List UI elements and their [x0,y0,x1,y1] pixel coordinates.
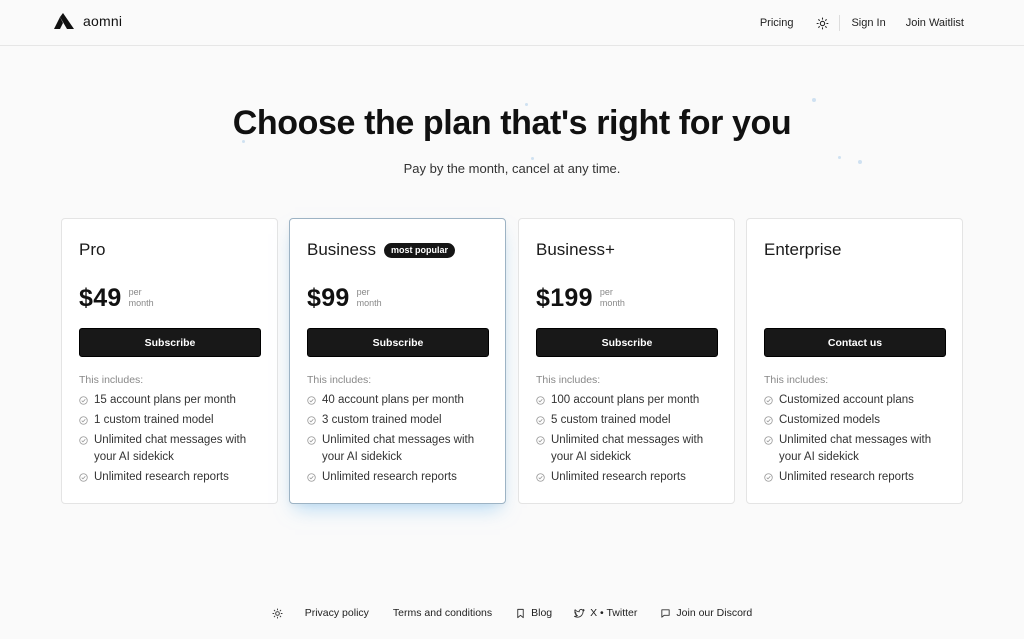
check-circle-icon [79,416,88,425]
feature-list: 100 account plans per month 5 custom tra… [536,392,726,489]
feature-item: Customized models [764,412,954,429]
includes-label: This includes: [79,374,144,386]
includes-label: This includes: [307,374,372,386]
price-period: per month [356,287,382,308]
feature-item: Unlimited research reports [79,469,269,486]
check-circle-icon [536,473,545,482]
feature-item: 40 account plans per month [307,392,497,409]
price-row: $99 per month [307,284,397,313]
check-circle-icon [536,436,545,445]
check-circle-icon [307,416,316,425]
chat-bubble-icon [661,608,671,618]
check-circle-icon [764,436,773,445]
plan-price: $99 [307,284,350,312]
blog-link-label: Blog [531,607,553,619]
feature-item: Unlimited research reports [307,469,497,486]
page-title: Choose the plan that's right for you [232,104,792,142]
check-circle-icon [79,473,88,482]
decorative-dot [812,98,816,102]
check-circle-icon [536,396,545,405]
plan-name: Pro [79,240,106,259]
feature-list: 40 account plans per month 3 custom trai… [307,392,497,489]
brand-name: aomni [83,13,123,29]
subscribe-button[interactable]: Subscribe [307,328,489,357]
feature-item: Unlimited chat messages with your AI sid… [764,432,954,466]
plan-name: Enterprise [764,240,842,259]
plan-card-business-plus: Business+ $199 per month Subscribe This i… [518,218,735,504]
feature-list: 15 account plans per month 1 custom trai… [79,392,269,489]
price-row: $49 per month [79,284,169,313]
feature-list: Customized account plans Customized mode… [764,392,954,489]
check-circle-icon [764,473,773,482]
aomni-logo-icon [54,13,74,29]
check-circle-icon [764,396,773,405]
footer: Privacy policy Terms and conditions Blog… [0,604,1024,622]
feature-item: Unlimited chat messages with your AI sid… [79,432,269,466]
price-period: per month [128,287,154,308]
main-nav: Pricing Sign In Join Waitlist [760,0,964,46]
subscribe-button[interactable]: Subscribe [536,328,718,357]
check-circle-icon [79,396,88,405]
feature-item: Unlimited chat messages with your AI sid… [536,432,726,466]
feature-item: Unlimited chat messages with your AI sid… [307,432,497,466]
check-circle-icon [79,436,88,445]
feature-item: 15 account plans per month [79,392,269,409]
footer-theme-toggle[interactable] [272,607,283,619]
feature-item: 1 custom trained model [79,412,269,429]
nav-join-waitlist-link[interactable]: Join Waitlist [906,17,964,29]
brand-logo[interactable]: aomni [54,13,122,29]
subscribe-button[interactable]: Subscribe [79,328,261,357]
plan-card-pro: Pro $49 per month Subscribe This includes… [61,218,278,504]
check-circle-icon [307,473,316,482]
discord-link[interactable]: Join our Discord [660,607,752,619]
nav-pricing-link[interactable]: Pricing [760,17,794,29]
blog-link[interactable]: Blog [515,607,552,619]
most-popular-badge: most popular [383,242,455,258]
feature-item: Unlimited research reports [536,469,726,486]
decorative-dot [531,157,534,160]
feature-item: 100 account plans per month [536,392,726,409]
theme-toggle-sun-icon[interactable] [815,16,829,30]
check-circle-icon [307,396,316,405]
twitter-link-label: X • Twitter [590,607,638,619]
feature-item: 5 custom trained model [536,412,726,429]
nav-divider [839,15,841,31]
price-period: per month [599,287,625,308]
contact-us-button[interactable]: Contact us [764,328,946,357]
plan-price: $199 [536,284,593,312]
pricing-page: aomni Pricing Sign In Join Waitlist Choo… [0,0,1024,639]
check-circle-icon [307,436,316,445]
twitter-bird-icon [574,608,585,618]
page-subtitle: Pay by the month, cancel at any time. [403,161,621,176]
price-row: $199 per month [536,284,640,313]
plan-price: $49 [79,284,122,312]
feature-item: Unlimited research reports [764,469,954,486]
terms-link[interactable]: Terms and conditions [393,607,492,619]
bookmark-icon [517,608,524,618]
sun-icon [272,607,283,619]
privacy-policy-link[interactable]: Privacy policy [305,607,369,619]
twitter-link[interactable]: X • Twitter [574,607,637,619]
includes-label: This includes: [536,374,601,386]
nav-sign-in-link[interactable]: Sign In [851,17,885,29]
plan-name: Business [307,240,376,259]
check-circle-icon [536,416,545,425]
feature-item: Customized account plans [764,392,954,409]
plan-card-business: Business most popular $99 per month Subsc… [289,218,506,504]
includes-label: This includes: [764,374,829,386]
feature-item: 3 custom trained model [307,412,497,429]
plan-name: Business+ [536,240,615,259]
decorative-dot [838,156,841,159]
top-navbar: aomni Pricing Sign In Join Waitlist [0,0,1024,46]
plan-card-enterprise: Enterprise Contact us This includes: Cus… [746,218,963,504]
discord-link-label: Join our Discord [676,607,753,619]
check-circle-icon [764,416,773,425]
